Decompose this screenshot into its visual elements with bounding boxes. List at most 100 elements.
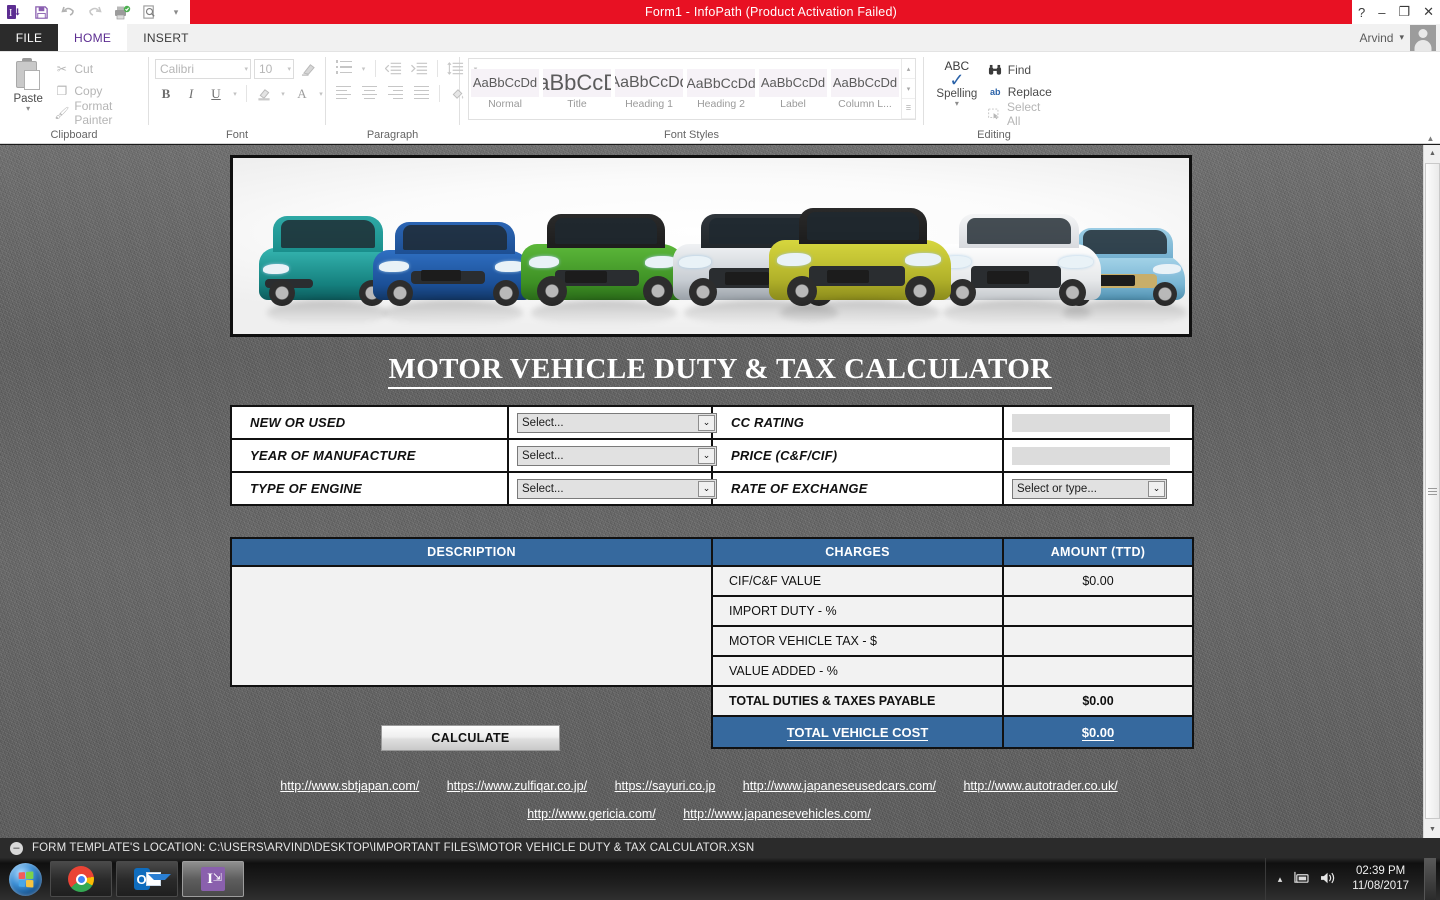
- chevron-down-icon[interactable]: ⌄: [698, 414, 715, 431]
- clear-formatting-icon[interactable]: [297, 58, 319, 79]
- highlight-caret-icon[interactable]: ▾: [278, 83, 288, 104]
- font-color-icon[interactable]: A: [291, 83, 313, 104]
- bold-button[interactable]: B: [155, 83, 177, 104]
- link-gericia[interactable]: http://www.gericia.com/: [527, 807, 656, 821]
- user-caret-icon[interactable]: ▾: [1399, 32, 1404, 43]
- ribbon-tab-strip: FILE HOME INSERT Arvind ▾: [0, 24, 1440, 52]
- cc-rating-input[interactable]: [1012, 413, 1170, 432]
- scroll-down-icon[interactable]: ▼: [1424, 821, 1440, 838]
- chevron-down-icon[interactable]: ▾: [287, 65, 291, 73]
- taskbar-infopath[interactable]: I ⇲: [182, 861, 244, 897]
- scroll-up-icon[interactable]: ▲: [1424, 145, 1440, 162]
- paste-button[interactable]: Paste ▾: [6, 56, 50, 113]
- font-size-combo[interactable]: 10 ▾: [254, 58, 294, 79]
- link-sbtjapan[interactable]: http://www.sbtjapan.com/: [280, 779, 419, 793]
- paste-caret-icon[interactable]: ▾: [26, 105, 30, 113]
- format-painter-label: Format Painter: [74, 99, 113, 127]
- decrease-indent-icon[interactable]: [382, 58, 405, 79]
- rate-of-exchange-combo[interactable]: Select or type... ⌄: [1012, 478, 1167, 499]
- show-hidden-icons-icon[interactable]: ▴: [1278, 874, 1283, 885]
- style-heading-1[interactable]: AaBbCcDd Heading 1: [613, 59, 685, 119]
- show-desktop-button[interactable]: [1424, 858, 1436, 900]
- link-autotrader[interactable]: http://www.autotrader.co.uk/: [963, 779, 1117, 793]
- type-of-engine-select[interactable]: Select... ⌄: [517, 478, 717, 499]
- minimize-icon[interactable]: –: [1378, 5, 1385, 20]
- volume-icon[interactable]: [1320, 871, 1337, 888]
- replace-icon: ab: [989, 87, 1001, 97]
- year-of-manufacture-select[interactable]: Select... ⌄: [517, 445, 717, 466]
- restore-icon[interactable]: ❐: [1398, 4, 1410, 20]
- style-title[interactable]: AaBbCcDd Title: [541, 59, 613, 119]
- italic-button[interactable]: I: [180, 83, 202, 104]
- align-center-icon[interactable]: [358, 83, 381, 104]
- column-header-description: DESCRIPTION: [230, 537, 713, 567]
- close-icon[interactable]: ✕: [1423, 4, 1434, 20]
- spelling-button[interactable]: ABC ✓ Spelling ▾: [930, 56, 984, 108]
- link-zulfiqar[interactable]: https://www.zulfiqar.co.jp/: [447, 779, 587, 793]
- find-button[interactable]: Find: [984, 60, 1058, 80]
- window-title: Form1 - InfoPath (Product Activation Fai…: [190, 0, 1352, 24]
- bullet-list-icon[interactable]: [332, 58, 355, 79]
- tab-file[interactable]: FILE: [0, 24, 58, 51]
- scrollbar-thumb[interactable]: [1425, 163, 1440, 819]
- tab-insert[interactable]: INSERT: [127, 24, 205, 51]
- preview-icon[interactable]: [139, 3, 159, 21]
- style-label[interactable]: AaBbCcDd Label: [757, 59, 829, 119]
- link-japaneseusedcars[interactable]: http://www.japaneseusedcars.com/: [743, 779, 936, 793]
- bullet-caret-icon[interactable]: ▾: [358, 58, 369, 79]
- link-sayuri[interactable]: https://sayuri.co.jp: [615, 779, 716, 793]
- gallery-more-icon[interactable]: ☰: [902, 99, 915, 119]
- calculate-button[interactable]: CALCULATE: [381, 725, 560, 751]
- style-column-label[interactable]: AaBbCcDd Column L...: [829, 59, 901, 119]
- chevron-down-icon[interactable]: ⌄: [698, 480, 715, 497]
- network-icon[interactable]: [1293, 871, 1309, 888]
- gallery-scrollbar[interactable]: ▴ ▾ ☰: [901, 59, 915, 119]
- minus-circle-icon[interactable]: –: [10, 841, 23, 855]
- customize-qat-icon[interactable]: ▾: [166, 3, 186, 21]
- justify-icon[interactable]: [410, 83, 433, 104]
- underline-caret-icon[interactable]: ▾: [230, 83, 240, 104]
- style-name: Normal: [488, 97, 522, 110]
- font-styles-gallery[interactable]: AaBbCcDd Normal AaBbCcDd Title AaBbCcDd …: [468, 58, 916, 120]
- taskbar-outlook[interactable]: O: [116, 861, 178, 897]
- help-icon[interactable]: ?: [1358, 5, 1365, 20]
- redo-icon[interactable]: [85, 3, 105, 21]
- align-left-icon[interactable]: [332, 83, 355, 104]
- price-input[interactable]: [1012, 446, 1170, 465]
- format-painter-button[interactable]: 🖌 Format Painter: [50, 99, 142, 127]
- quick-publish-icon[interactable]: [112, 3, 132, 21]
- font-name-combo[interactable]: Calibri ▾: [155, 58, 251, 79]
- style-heading-2[interactable]: AaBbCcDd Heading 2: [685, 59, 757, 119]
- gallery-scroll-up-icon[interactable]: ▴: [902, 59, 915, 79]
- style-normal[interactable]: AaBbCcDd Normal: [469, 59, 541, 119]
- clock[interactable]: 02:39 PM 11/08/2017: [1348, 864, 1413, 894]
- cut-button[interactable]: ✂ Cut: [50, 59, 142, 79]
- increase-indent-icon[interactable]: [408, 58, 431, 79]
- link-japanesevehicles[interactable]: http://www.japanesevehicles.com/: [683, 807, 871, 821]
- taskbar-chrome[interactable]: [50, 861, 112, 897]
- chevron-down-icon[interactable]: ⌄: [698, 447, 715, 464]
- tab-home[interactable]: HOME: [58, 24, 128, 51]
- chevron-down-icon[interactable]: ⌄: [1148, 480, 1165, 497]
- underline-button[interactable]: U: [205, 83, 227, 104]
- ribbon-group-font: Calibri ▾ 10 ▾ B I U ▾ ▾ A ▾ Font: [149, 52, 325, 143]
- select-all-button: Select All: [984, 100, 1058, 128]
- font-color-caret-icon[interactable]: ▾: [316, 83, 326, 104]
- text-highlight-icon[interactable]: [253, 83, 275, 104]
- description-cell[interactable]: [230, 565, 713, 687]
- chevron-down-icon[interactable]: ▾: [244, 65, 248, 73]
- replace-button[interactable]: ab Replace: [984, 82, 1058, 102]
- gallery-scroll-down-icon[interactable]: ▾: [902, 79, 915, 99]
- avatar[interactable]: [1410, 24, 1436, 51]
- undo-icon[interactable]: [58, 3, 78, 21]
- collapse-ribbon-icon[interactable]: ▲: [1423, 132, 1438, 144]
- account-area[interactable]: Arvind ▾: [1359, 24, 1440, 51]
- save-icon[interactable]: [31, 3, 51, 21]
- infopath-logo-icon: I: [4, 3, 24, 21]
- copy-button[interactable]: ❐ Copy: [50, 81, 142, 101]
- new-or-used-select[interactable]: Select... ⌄: [517, 412, 717, 433]
- spelling-caret-icon[interactable]: ▾: [955, 100, 959, 108]
- vertical-scrollbar[interactable]: ▲ ▼: [1423, 145, 1440, 838]
- start-button[interactable]: [4, 860, 46, 898]
- align-right-icon[interactable]: [384, 83, 407, 104]
